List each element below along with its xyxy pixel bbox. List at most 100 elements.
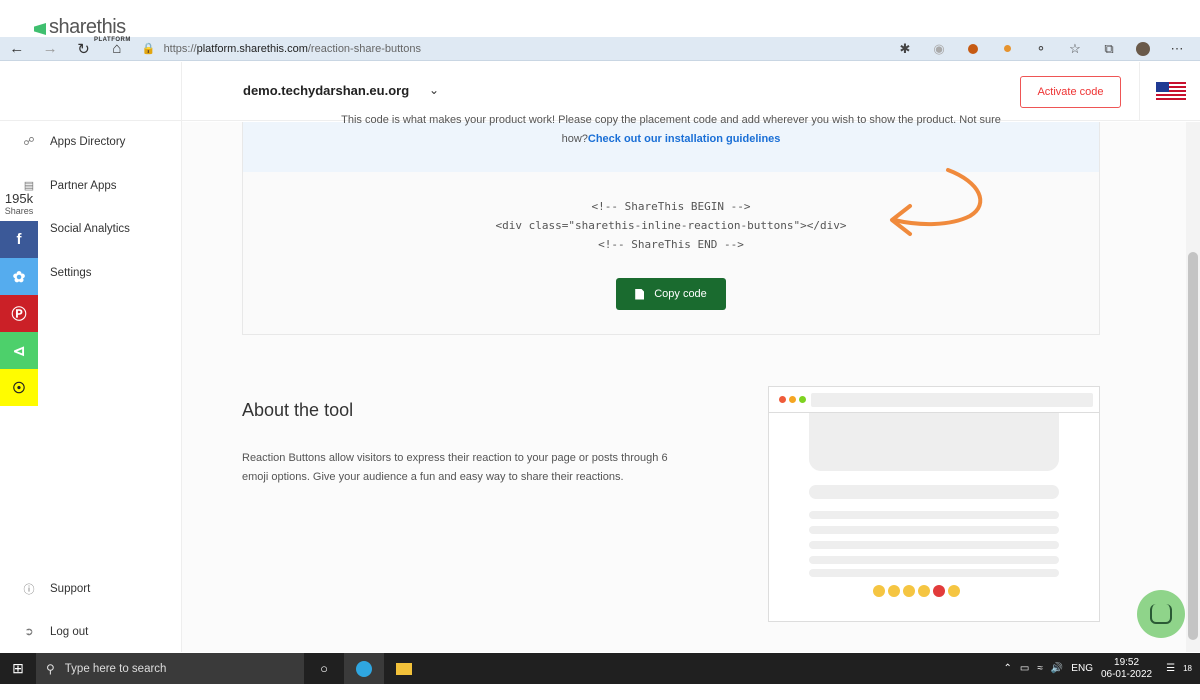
copy-code-button[interactable]: Copy code — [616, 278, 726, 310]
laugh-emoji-icon — [948, 585, 960, 597]
extension-dot-icon[interactable] — [990, 37, 1024, 61]
windows-taskbar: ⊞ ⚲ Type here to search ○ ⌃ ▭ ≈ 🔊 ENG 19… — [0, 653, 1200, 684]
notification-count: 18 — [1183, 664, 1192, 673]
share-count: 195k Shares — [0, 191, 38, 217]
back-icon[interactable]: ← — [0, 37, 33, 61]
sidebar-item-logout[interactable]: ➲ Log out — [20, 625, 89, 639]
profile-avatar[interactable] — [1126, 37, 1160, 61]
notification-icon[interactable]: ☰ — [1166, 663, 1175, 674]
snapchat-share-button[interactable]: ☉ — [0, 369, 38, 406]
sidebar-item-support[interactable]: ⓘ Support — [20, 581, 91, 597]
taskbar-search-placeholder: Type here to search — [64, 662, 167, 675]
share-count-label: Shares — [4, 206, 34, 216]
chat-icon — [1150, 604, 1172, 624]
preview-window-dots — [779, 396, 806, 403]
browser-toolbar: ← → ↻ ⌂ 🔒 https://platform.sharethis.com… — [0, 37, 1200, 61]
taskbar-search[interactable]: ⚲ Type here to search — [36, 653, 304, 684]
preview-title-line — [809, 485, 1059, 499]
sidebar-item-label: Log out — [50, 625, 89, 638]
sharethis-logo[interactable]: sharethis PLATFORM — [34, 16, 130, 43]
installation-guidelines-link[interactable]: Check out our installation guidelines — [588, 133, 781, 145]
preview-text-line — [809, 526, 1059, 534]
favorites-icon[interactable]: ☆ — [1058, 37, 1092, 61]
preview-text-line — [809, 569, 1059, 577]
preview-text-line — [809, 556, 1059, 564]
battery-icon[interactable]: ▭ — [1020, 663, 1029, 674]
tracking-icon[interactable]: ◉ — [922, 37, 956, 61]
chevron-down-icon[interactable]: ⌄ — [429, 83, 439, 97]
volume-icon[interactable]: 🔊 — [1051, 663, 1063, 674]
preview-text-line — [809, 511, 1059, 519]
search-icon: ⚲ — [46, 661, 55, 676]
sad-emoji-icon — [918, 585, 930, 597]
share-icon: ⊲ — [12, 342, 26, 360]
pinterest-icon: Ⓟ — [11, 306, 27, 323]
preview-url-bar — [811, 393, 1093, 407]
edge-browser-icon[interactable] — [344, 653, 384, 684]
top-margin — [0, 0, 1200, 37]
file-explorer-icon[interactable] — [384, 653, 424, 684]
reaction-preview-image — [768, 386, 1100, 622]
facebook-icon: f — [16, 231, 22, 248]
share-count-number: 195k — [4, 191, 34, 206]
preview-hero — [809, 413, 1059, 471]
sidebar-item-apps-directory[interactable]: ☍ Apps Directory — [20, 135, 126, 149]
domain-selector[interactable]: demo.techydarshan.eu.org — [243, 83, 409, 98]
twitter-icon: ✿ — [12, 268, 26, 286]
clock-time: 19:52 — [1114, 656, 1140, 668]
read-aloud-icon[interactable]: ✱ — [888, 37, 922, 61]
document-icon — [635, 288, 645, 300]
chat-widget-button[interactable] — [1137, 590, 1185, 638]
info-prefix: how? — [561, 133, 588, 145]
lock-icon: 🔒 — [141, 43, 156, 55]
sidebar-item-label: Support — [50, 583, 91, 595]
wifi-icon[interactable]: ≈ — [1037, 663, 1043, 674]
snapchat-icon: ☉ — [12, 379, 26, 397]
smile-emoji-icon — [888, 585, 900, 597]
task-view-icon[interactable]: ○ — [304, 653, 344, 684]
url-path: /reaction-share-buttons — [307, 42, 421, 55]
extensions-icon[interactable]: ⚬ — [1024, 37, 1058, 61]
us-flag-icon[interactable] — [1156, 82, 1186, 100]
clock-date: 06-01-2022 — [1100, 668, 1153, 680]
language-indicator[interactable]: ENG — [1071, 663, 1093, 674]
logout-icon: ➲ — [24, 626, 34, 638]
scrollbar-thumb[interactable] — [1188, 252, 1198, 640]
extensions: ✱ ◉ ⚬ ☆ ⧉ ⋯ — [888, 37, 1200, 61]
header-separator — [1139, 62, 1140, 121]
twitter-share-button[interactable]: ✿ — [0, 258, 38, 295]
more-menu-icon[interactable]: ⋯ — [1160, 37, 1194, 61]
sidebar-item-partner-apps[interactable]: ▤ Partner Apps — [20, 179, 117, 193]
sidebar-item-label: Settings — [50, 267, 92, 279]
info-text-line1: This code is what makes your product wor… — [341, 114, 1001, 126]
logo-text: sharethis — [49, 16, 126, 38]
system-tray: ⌃ ▭ ≈ 🔊 ENG 19:52 06-01-2022 ☰ 18 — [1004, 653, 1200, 684]
about-title: About the tool — [242, 400, 354, 420]
url-prefix: https:// — [163, 42, 197, 55]
sidebar-item-label: Apps Directory — [50, 135, 126, 148]
love-emoji-icon — [873, 585, 885, 597]
wow-emoji-icon — [903, 585, 915, 597]
taskbar-clock[interactable]: 19:52 06-01-2022 — [1101, 657, 1152, 681]
preview-browser-bar — [769, 387, 1099, 413]
collections-icon[interactable]: ⧉ — [1092, 37, 1126, 61]
logo-subtitle: PLATFORM — [94, 37, 131, 43]
help-icon: ⓘ — [23, 584, 35, 596]
info-text-line2: how?Check out our installation guideline… — [243, 133, 1099, 145]
activate-code-button[interactable]: Activate code — [1020, 76, 1121, 108]
preview-text-line — [809, 541, 1059, 549]
url-host: platform.sharethis.com — [196, 42, 308, 55]
extension-bug-icon[interactable] — [956, 37, 990, 61]
pinterest-share-button[interactable]: Ⓟ — [0, 295, 38, 332]
facebook-share-button[interactable]: f — [0, 221, 38, 258]
sharethis-share-button[interactable]: ⊲ — [0, 332, 38, 369]
address-bar[interactable]: 🔒 https://platform.sharethis.com/reactio… — [142, 39, 888, 59]
about-text: Reaction Buttons allow visitors to expre… — [242, 452, 668, 483]
chevron-up-icon[interactable]: ⌃ — [1004, 663, 1012, 674]
sidebar-item-label: Partner Apps — [50, 179, 117, 192]
forward-icon[interactable]: → — [33, 37, 66, 61]
windows-start-icon[interactable]: ⊞ — [0, 653, 36, 684]
apps-icon: ☍ — [23, 136, 35, 148]
preview-emoji-row — [873, 585, 960, 597]
angry-emoji-icon — [933, 585, 945, 597]
